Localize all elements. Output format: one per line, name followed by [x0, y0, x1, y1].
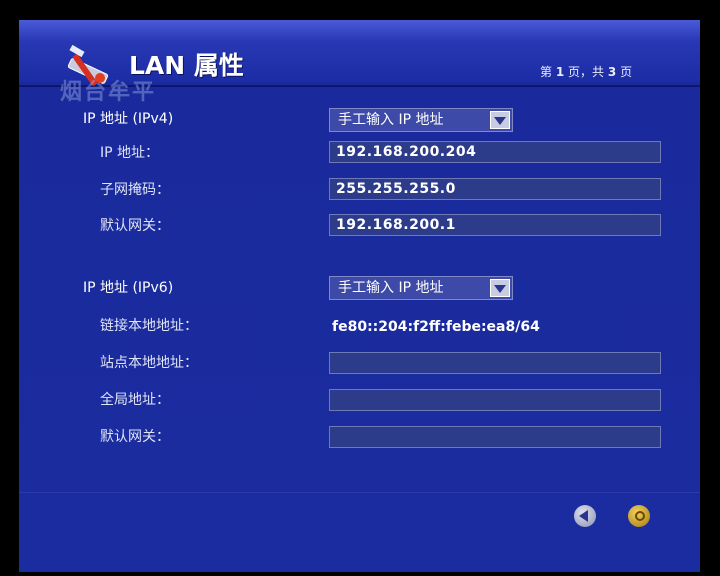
ipv4-ip-input[interactable]: 192.168.200.204 [329, 141, 661, 163]
ipv6-site-local-input[interactable] [329, 352, 661, 374]
chevron-down-icon[interactable] [490, 111, 510, 129]
ipv6-link-local-value: fe80::204:f2ff:febe:ea8/64 [332, 319, 540, 335]
ok-icon[interactable] [628, 505, 650, 527]
ipv4-section-label: IP 地址 (IPv4) [83, 111, 174, 127]
ipv6-site-local-label: 站点本地地址： [100, 355, 198, 371]
chevron-down-icon[interactable] [490, 279, 510, 297]
ipv6-section-label: IP 地址 (IPv6) [83, 280, 174, 296]
ipv6-global-input[interactable] [329, 389, 661, 411]
ipv4-mode-value: 手工输入 IP 地址 [338, 112, 444, 128]
ipv4-gateway-input[interactable]: 192.168.200.1 [329, 214, 661, 236]
footer-divider [19, 492, 700, 493]
ipv6-global-label: 全局地址： [100, 392, 170, 408]
current-page: 1 [555, 65, 565, 79]
ipv6-mode-value: 手工输入 IP 地址 [338, 280, 444, 296]
ipv6-gateway-label: 默认网关： [100, 429, 170, 445]
ipv6-link-local-label: 链接本地地址： [100, 318, 198, 334]
ipv4-mode-dropdown[interactable]: 手工输入 IP 地址 [329, 108, 513, 132]
ipv4-gateway-label: 默认网关： [100, 218, 170, 234]
page-indicator: 第 1 页，共 3 页 [540, 65, 633, 79]
ipv4-subnet-label: 子网掩码： [100, 182, 170, 198]
page-title: LAN 属性 [129, 51, 244, 80]
ipv4-subnet-input[interactable]: 255.255.255.0 [329, 178, 661, 200]
back-arrow-icon[interactable] [574, 505, 596, 527]
ipv4-ip-label: IP 地址： [100, 145, 160, 161]
ipv6-mode-dropdown[interactable]: 手工输入 IP 地址 [329, 276, 513, 300]
total-pages: 3 [607, 65, 617, 79]
ipv6-gateway-input[interactable] [329, 426, 661, 448]
